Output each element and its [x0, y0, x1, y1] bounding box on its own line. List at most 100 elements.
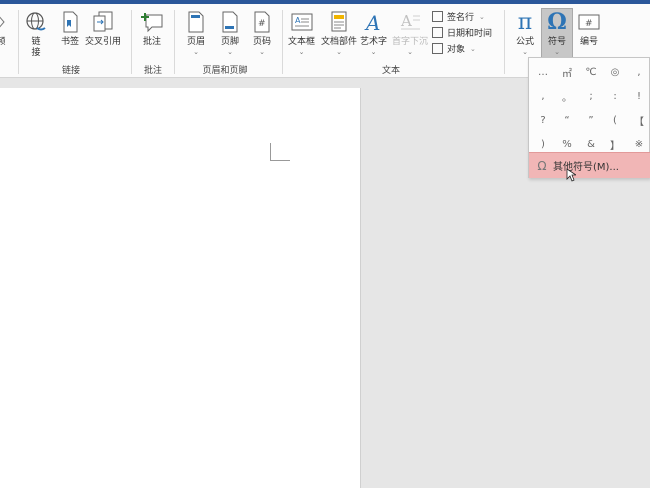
symbol-cell[interactable]: , — [627, 60, 650, 84]
svg-text:A: A — [364, 11, 380, 33]
numbering-icon: # — [577, 10, 601, 34]
document-parts-button[interactable]: 文档部件 ⌄ — [321, 10, 357, 56]
chevron-down-icon: ⌄ — [298, 48, 305, 56]
equation-button[interactable]: π 公式 ⌄ — [513, 9, 537, 57]
dropcap-button[interactable]: A 首字下沉 ⌄ — [392, 10, 428, 56]
group-comments-label: 批注 — [143, 66, 162, 76]
textbox-icon: A — [290, 10, 314, 34]
symbol-label: 符号 — [547, 37, 566, 47]
symbol-cell[interactable]: ? — [531, 108, 555, 132]
document-parts-label: 文档部件 — [321, 37, 358, 47]
cross-reference-label: 交叉引用 — [85, 37, 122, 47]
header-icon — [184, 10, 208, 34]
header-label: 页眉 — [186, 37, 205, 47]
margin-corner-marker — [270, 143, 290, 161]
numbering-button[interactable]: # 编号 — [577, 10, 601, 48]
signature-label: 签名行 — [447, 13, 475, 23]
divider — [282, 10, 283, 74]
symbol-cell[interactable]: ℃ — [579, 60, 603, 84]
page-number-icon: # — [250, 10, 274, 34]
chevron-down-icon: ⌄ — [370, 48, 377, 56]
object-button[interactable]: 对象 ⌄ — [432, 42, 476, 55]
chevron-down-icon: ⌄ — [407, 48, 413, 56]
chevron-down-icon: ⌄ — [193, 48, 199, 56]
bookmark-label: 书签 — [60, 37, 79, 47]
symbol-button[interactable]: Ω 符号 ⌄ — [545, 9, 569, 56]
chevron-down-icon: ⌄ — [522, 48, 528, 56]
svg-text:A: A — [295, 16, 301, 25]
symbol-cell[interactable]: ㎡ — [555, 60, 579, 84]
symbol-dropdown-menu: … ㎡ ℃ ◎ , , 。 ; : ! ? “ ” ( 【 ) % & 】 ※ … — [528, 57, 650, 178]
wordart-label: 艺术字 — [360, 37, 388, 47]
mouse-pointer-icon — [566, 168, 578, 185]
object-label: 对象 — [447, 45, 466, 55]
dropcap-label: 首字下沉 — [392, 37, 429, 47]
symbol-cell[interactable]: … — [531, 60, 555, 84]
wordart-button[interactable]: A 艺术字 ⌄ — [360, 10, 387, 56]
group-header-footer-label: 页眉和页脚 — [202, 66, 248, 76]
signature-line-button[interactable]: 签名行 ⌄ — [432, 10, 485, 23]
chevron-down-icon: ⌄ — [336, 48, 342, 56]
datetime-label: 日期和时间 — [447, 29, 493, 39]
calendar-icon — [432, 27, 443, 38]
svg-text:#: # — [258, 19, 266, 29]
header-button[interactable]: 页眉 ⌄ — [184, 10, 208, 56]
symbol-cell[interactable]: ” — [579, 108, 603, 132]
divider — [504, 10, 505, 74]
symbol-cell[interactable]: ◎ — [603, 60, 627, 84]
globe-link-icon — [24, 10, 48, 34]
link-label: 链接 — [31, 37, 41, 58]
equation-label: 公式 — [515, 37, 534, 47]
textbox-button[interactable]: A 文本框 ⌄ — [288, 10, 315, 56]
divider — [18, 10, 19, 74]
more-symbols-menu-item[interactable]: Ω 其他符号(M)... — [529, 152, 650, 178]
comment-icon — [140, 10, 164, 34]
partial-icon — [0, 10, 6, 34]
omega-icon: Ω — [547, 9, 567, 35]
svg-text:#: # — [585, 19, 593, 29]
symbol-cell[interactable]: ; — [579, 84, 603, 108]
textbox-label: 文本框 — [288, 37, 316, 47]
footer-button[interactable]: 页脚 ⌄ — [218, 10, 242, 56]
chevron-down-icon: ⌄ — [479, 12, 485, 21]
link-button[interactable]: 链接 — [24, 10, 48, 59]
bookmark-icon — [58, 10, 82, 34]
divider — [174, 10, 175, 74]
group-text-label: 文本 — [381, 66, 400, 76]
pi-icon: π — [517, 9, 533, 35]
svg-text:A: A — [400, 12, 412, 30]
comment-label: 批注 — [142, 37, 161, 47]
footer-label: 页脚 — [220, 37, 239, 47]
cross-reference-button[interactable]: 交叉引用 — [85, 10, 121, 48]
chevron-down-icon: ⌄ — [554, 48, 560, 56]
omega-icon: Ω — [537, 158, 547, 173]
symbol-cell[interactable]: “ — [555, 108, 579, 132]
cross-reference-icon — [91, 10, 115, 34]
chevron-down-icon: ⌄ — [259, 48, 265, 56]
symbol-cell[interactable]: ! — [627, 84, 650, 108]
more-symbols-label: 其他符号(M)... — [553, 162, 619, 173]
datetime-button[interactable]: 日期和时间 — [432, 26, 492, 39]
chevron-down-icon: ⌄ — [227, 48, 233, 56]
wordart-icon: A — [362, 10, 386, 34]
document-parts-icon — [327, 10, 351, 34]
symbol-cell[interactable]: 【 — [627, 108, 650, 132]
numbering-label: 编号 — [579, 37, 598, 47]
signature-icon — [432, 11, 443, 22]
symbol-cell[interactable]: , — [531, 84, 555, 108]
partial-label: 频 — [0, 37, 6, 47]
document-page[interactable] — [0, 88, 361, 488]
chevron-down-icon: ⌄ — [470, 44, 476, 53]
comment-button[interactable]: 批注 — [140, 10, 164, 48]
symbol-cell[interactable]: 。 — [555, 84, 579, 108]
bookmark-button[interactable]: 书签 — [58, 10, 82, 48]
footer-icon — [218, 10, 242, 34]
object-icon — [432, 43, 443, 54]
dropcap-icon: A — [398, 10, 422, 34]
symbol-cell[interactable]: ( — [603, 108, 627, 132]
page-number-label: 页码 — [252, 37, 271, 47]
page-number-button[interactable]: # 页码 ⌄ — [250, 10, 274, 56]
partial-button[interactable]: 频 — [0, 10, 6, 48]
symbol-cell[interactable]: : — [603, 84, 627, 108]
group-links-label: 链接 — [61, 66, 80, 76]
